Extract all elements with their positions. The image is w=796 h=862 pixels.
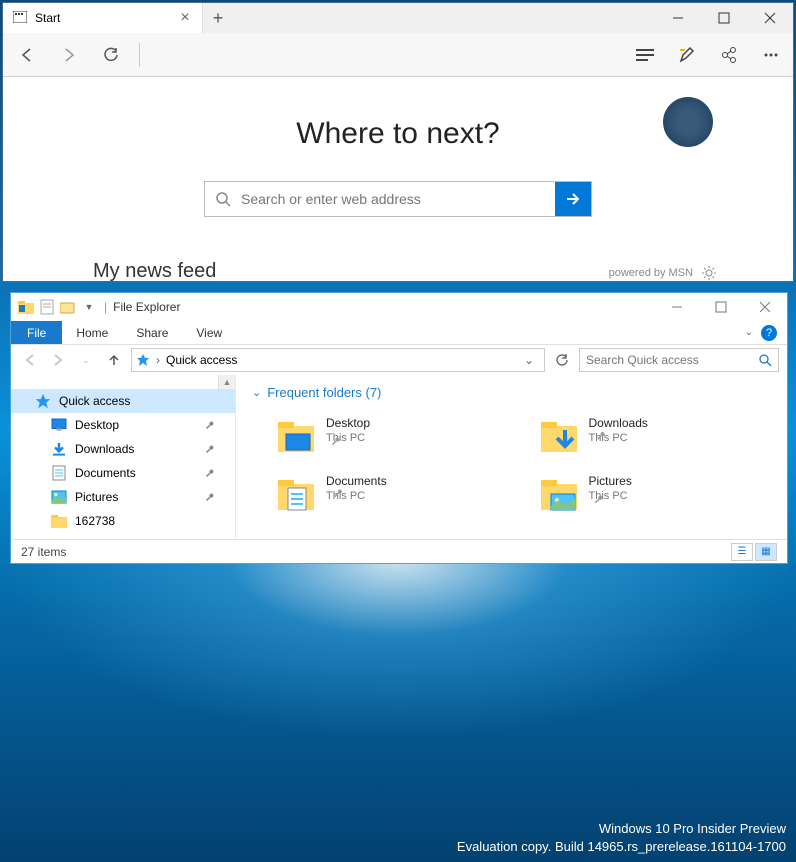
- explorer-minimize-button[interactable]: [655, 293, 699, 321]
- item-count: 27 items: [21, 545, 66, 559]
- explorer-maximize-button[interactable]: [699, 293, 743, 321]
- chevron-down-icon: ⌄: [252, 386, 261, 399]
- nav-item-quick-access[interactable]: Quick access: [11, 389, 235, 413]
- share-tab[interactable]: Share: [122, 321, 182, 344]
- explorer-title: File Explorer: [113, 300, 180, 314]
- frequent-folders-header[interactable]: ⌄ Frequent folders (7): [252, 385, 771, 400]
- icons-view-button[interactable]: ▦: [755, 543, 777, 561]
- explorer-body: ▲ Quick accessDesktopDownloadsDocumentsP…: [11, 375, 787, 539]
- nav-back-button[interactable]: [19, 349, 41, 371]
- nav-up-button[interactable]: [103, 349, 125, 371]
- picture-icon: [51, 489, 67, 505]
- maximize-button[interactable]: [701, 3, 747, 33]
- pin-icon: [203, 466, 217, 480]
- picture-folder-icon: [539, 474, 579, 514]
- navigation-pane: ▲ Quick accessDesktopDownloadsDocumentsP…: [11, 375, 236, 539]
- help-icon[interactable]: ?: [761, 325, 777, 341]
- search-icon: [205, 182, 241, 216]
- pin-icon: [203, 442, 217, 456]
- powered-by-label: powered by MSN: [609, 267, 693, 279]
- search-input[interactable]: [241, 182, 555, 216]
- nav-history-dropdown[interactable]: ⌄: [75, 349, 97, 371]
- details-view-button[interactable]: ☰: [731, 543, 753, 561]
- nav-item-162738[interactable]: 162738: [11, 509, 235, 533]
- document-icon: [51, 465, 67, 481]
- watermark-line-1: Windows 10 Pro Insider Preview: [457, 820, 786, 838]
- home-tab[interactable]: Home: [62, 321, 122, 344]
- start-page-icon: [13, 11, 27, 25]
- view-tab[interactable]: View: [182, 321, 236, 344]
- address-bar[interactable]: › Quick access ⌄: [131, 348, 545, 372]
- nav-item-downloads[interactable]: Downloads: [11, 437, 235, 461]
- address-row: ⌄ › Quick access ⌄: [11, 345, 787, 375]
- document-folder-icon: [276, 474, 316, 514]
- refresh-button[interactable]: [97, 41, 125, 69]
- edge-titlebar: Start × +: [3, 3, 793, 33]
- content-pane: ⌄ Frequent folders (7) Desktop This PC D…: [236, 375, 787, 539]
- watermark-line-2: Evaluation copy. Build 14965.rs_prerelea…: [457, 838, 786, 856]
- download-icon: [51, 441, 67, 457]
- qat-new-folder-icon[interactable]: [59, 298, 77, 316]
- windows-watermark: Windows 10 Pro Insider Preview Evaluatio…: [457, 820, 786, 856]
- desktop-icon: [51, 417, 67, 433]
- edge-window-controls: [655, 3, 793, 33]
- explorer-app-icon: [17, 298, 35, 316]
- close-tab-icon[interactable]: ×: [178, 11, 192, 25]
- new-tab-button[interactable]: +: [203, 3, 233, 33]
- desktop-folder-icon: [276, 416, 316, 456]
- folder-item-documents[interactable]: Documents This PC: [276, 474, 509, 516]
- back-button[interactable]: [13, 41, 41, 69]
- address-dropdown-icon[interactable]: ⌄: [518, 353, 540, 367]
- explorer-close-button[interactable]: [743, 293, 787, 321]
- search-go-button[interactable]: [555, 182, 591, 216]
- edge-content: Where to next? My news feed powered by M…: [3, 77, 793, 281]
- quick-access-star-icon: [136, 353, 150, 367]
- nav-item-documents[interactable]: Documents: [11, 461, 235, 485]
- edge-tab-start[interactable]: Start ×: [3, 3, 203, 33]
- ribbon-tabs: File Home Share View ⌄ ?: [11, 321, 787, 345]
- pin-icon: [203, 490, 217, 504]
- address-refresh-button[interactable]: [551, 353, 573, 367]
- qat-properties-icon[interactable]: [38, 298, 56, 316]
- news-feed-heading: My news feed: [93, 260, 216, 281]
- file-tab[interactable]: File: [11, 321, 62, 344]
- ribbon-expand-icon[interactable]: ⌄: [745, 327, 753, 338]
- star-icon: [35, 393, 51, 409]
- explorer-search-input[interactable]: [586, 353, 758, 367]
- edge-browser-window: Start × +: [2, 2, 794, 282]
- edge-toolbar: [3, 33, 793, 77]
- reading-list-icon[interactable]: [633, 43, 657, 67]
- share-icon[interactable]: [717, 43, 741, 67]
- address-text: Quick access: [166, 353, 237, 367]
- gear-icon[interactable]: [701, 265, 717, 281]
- more-icon[interactable]: [759, 43, 783, 67]
- folder-item-downloads[interactable]: Downloads This PC: [539, 416, 772, 458]
- pen-icon[interactable]: [675, 43, 699, 67]
- close-button[interactable]: [747, 3, 793, 33]
- explorer-search-box: [579, 348, 779, 372]
- pin-icon: [203, 418, 217, 432]
- forward-button[interactable]: [55, 41, 83, 69]
- minimize-button[interactable]: [655, 3, 701, 33]
- folder-icon: [51, 513, 67, 529]
- explorer-titlebar: ▼ | File Explorer: [11, 293, 787, 321]
- file-explorer-window: ▼ | File Explorer File Home Share View ⌄…: [10, 292, 788, 564]
- status-bar: 27 items ☰ ▦: [11, 539, 787, 563]
- search-icon[interactable]: [758, 353, 772, 367]
- edge-search-box: [204, 181, 592, 217]
- nav-item-pictures[interactable]: Pictures: [11, 485, 235, 509]
- folder-item-pictures[interactable]: Pictures This PC: [539, 474, 772, 516]
- qat-dropdown-icon[interactable]: ▼: [80, 298, 98, 316]
- toolbar-separator: [139, 43, 140, 67]
- nav-item-desktop[interactable]: Desktop: [11, 413, 235, 437]
- scrollbar-up-icon[interactable]: ▲: [218, 375, 235, 389]
- edge-tab-title: Start: [35, 11, 170, 25]
- user-avatar[interactable]: [663, 97, 713, 147]
- nav-forward-button[interactable]: [47, 349, 69, 371]
- folder-item-desktop[interactable]: Desktop This PC: [276, 416, 509, 458]
- download-folder-icon: [539, 416, 579, 456]
